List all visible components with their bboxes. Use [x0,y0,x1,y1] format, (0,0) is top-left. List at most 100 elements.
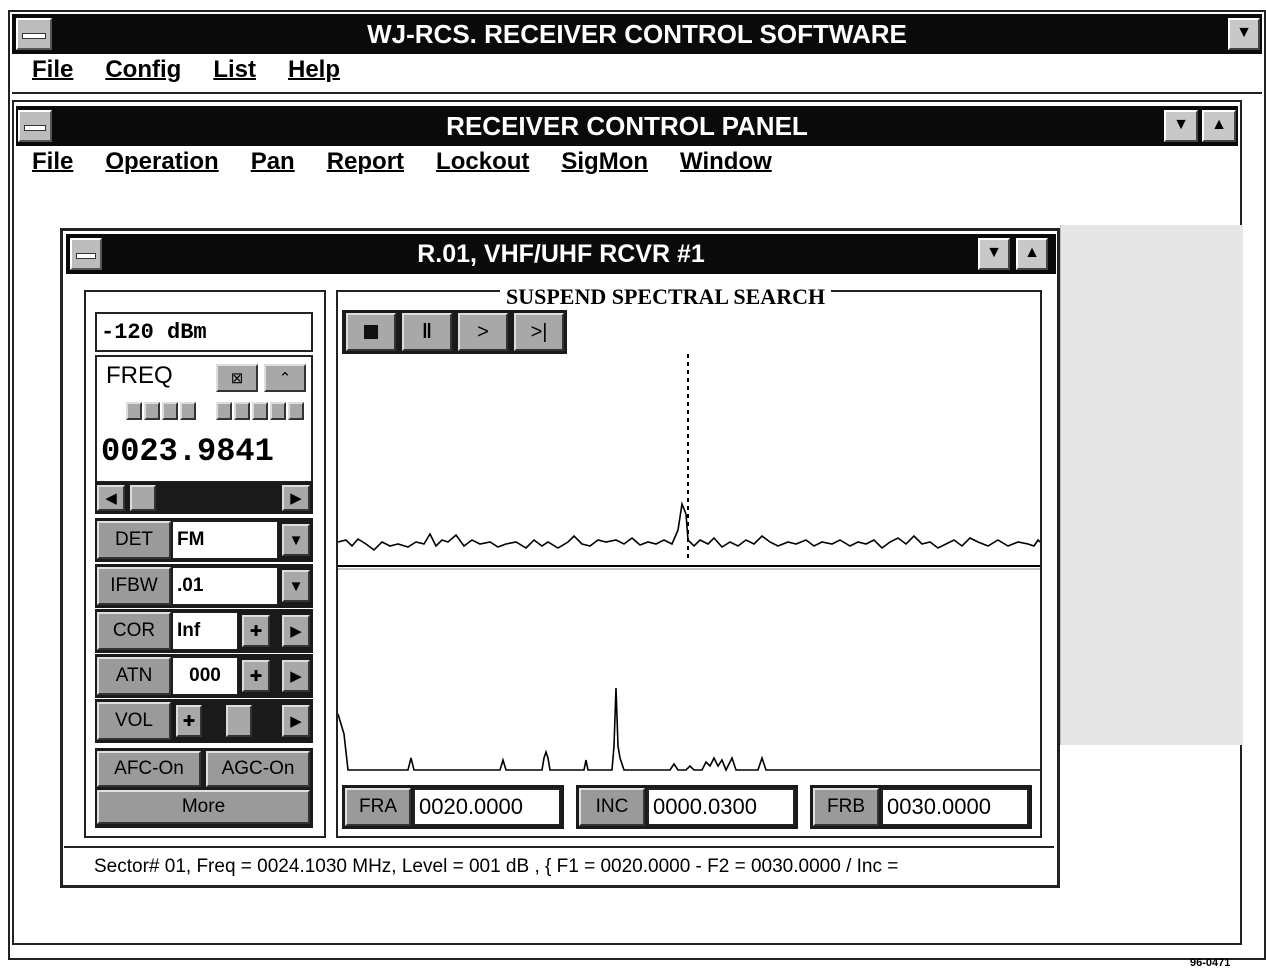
tune-slider-thumb[interactable] [130,485,156,511]
panel-menu-file[interactable]: File [32,148,73,176]
agc-button[interactable]: AGC-On [206,751,310,787]
step-forward-icon: >| [530,320,548,343]
app-menu-file[interactable]: File [32,56,73,84]
tune-right-button[interactable]: ▶ [282,485,310,511]
spectrum-display[interactable] [338,354,1040,784]
panel-titlebar: RECEIVER CONTROL PANEL [16,106,1238,146]
arrow-left-icon: ◀ [105,490,117,507]
panel-minimize-button[interactable]: ▼ [1164,110,1198,142]
app-menubar-divider [12,92,1262,94]
plus-icon: ✚ [249,668,263,685]
cor-value[interactable]: Inf [172,612,238,650]
status-text: Sector# 01, Freq = 0024.1030 MHz, Level … [94,856,899,877]
panel-menu-pan[interactable]: Pan [251,148,295,176]
ifbw-button[interactable]: IFBW [97,567,171,605]
panel-menu-report[interactable]: Report [327,148,404,176]
cor-increment-button[interactable]: ✚ [242,615,270,647]
step-forward-button[interactable]: >| [514,313,564,351]
background-window-edge [1060,225,1243,745]
freq-up-button[interactable]: ⌃ [264,364,306,392]
receiver-maximize-button[interactable]: ▲ [1016,238,1048,270]
more-button[interactable]: More [97,790,310,824]
arrow-right-icon: ▶ [290,490,302,507]
tuning-slider[interactable] [95,482,313,514]
play-icon: > [477,320,489,343]
app-menu-config[interactable]: Config [105,56,181,84]
arrow-right-icon: ▶ [290,623,302,640]
freq-label: FREQ [106,362,173,389]
digit-step-button[interactable] [126,402,142,420]
dropdown-arrow-icon: ▼ [288,577,304,595]
afc-button[interactable]: AFC-On [97,751,201,787]
digit-step-button[interactable] [252,402,268,420]
ifbw-value[interactable]: .01 [172,567,278,605]
panel-maximize-button[interactable]: ▲ [1202,110,1236,142]
vol-increment-button[interactable]: ✚ [176,705,202,737]
atn-value[interactable]: 000 [172,657,238,695]
app-title: WJ-RCS. RECEIVER CONTROL SOFTWARE [367,19,907,49]
app-titlebar: WJ-RCS. RECEIVER CONTROL SOFTWARE [12,14,1262,54]
inc-value[interactable]: 0000.0300 [647,788,795,826]
play-button[interactable]: > [458,313,508,351]
status-bar: Sector# 01, Freq = 0024.1030 MHz, Level … [64,846,1054,884]
receiver-system-menu-button[interactable] [70,238,102,270]
freq-close-button[interactable]: ⊠ [216,364,258,392]
det-value[interactable]: FM [172,521,278,559]
digit-step-button[interactable] [270,402,286,420]
panel-menu-lockout[interactable]: Lockout [436,148,529,176]
atn-button[interactable]: ATN [97,657,171,695]
digit-step-button[interactable] [144,402,160,420]
ifbw-dropdown-button[interactable]: ▼ [282,570,310,602]
det-button[interactable]: DET [97,521,171,559]
panel-menubar: File Operation Pan Report Lockout SigMon… [32,148,804,176]
digit-step-button[interactable] [234,402,250,420]
vol-button[interactable]: VOL [97,702,171,740]
arrow-right-icon: ▶ [290,668,302,685]
fra-button[interactable]: FRA [345,788,411,826]
app-menu-help[interactable]: Help [288,56,340,84]
app-system-menu-button[interactable] [16,18,52,50]
vol-right-button[interactable]: ▶ [282,705,310,737]
upper-spectrum-trace [338,500,1040,552]
level-readout: -120 dBm [95,312,313,352]
app-menubar: File Config List Help [32,56,372,84]
digit-step-button[interactable] [216,402,232,420]
panel-menu-operation[interactable]: Operation [105,148,218,176]
pause-button[interactable]: ‖ [402,313,452,351]
dropdown-arrow-icon: ▼ [288,531,304,549]
arrow-right-icon: ▶ [290,713,302,730]
frb-button[interactable]: FRB [813,788,879,826]
figure-id: 96-0471 [1190,957,1231,969]
digit-step-button[interactable] [180,402,196,420]
atn-right-button[interactable]: ▶ [282,660,310,692]
panel-system-menu-button[interactable] [18,110,52,142]
receiver-title: R.01, VHF/UHF RCVR #1 [417,240,705,268]
spectral-title: SUSPEND SPECTRAL SEARCH [500,284,832,310]
fra-value[interactable]: 0020.0000 [413,788,561,826]
cor-button[interactable]: COR [97,612,171,650]
inc-button[interactable]: INC [579,788,645,826]
panel-menu-window[interactable]: Window [680,148,772,176]
app-minimize-button[interactable]: ▼ [1228,18,1260,50]
receiver-titlebar: R.01, VHF/UHF RCVR #1 [66,234,1056,274]
vol-slider-thumb[interactable] [226,705,252,737]
panel-title: RECEIVER CONTROL PANEL [446,111,808,141]
panel-menu-sigmon[interactable]: SigMon [561,148,648,176]
digit-step-button[interactable] [288,402,304,420]
cor-right-button[interactable]: ▶ [282,615,310,647]
digit-step-button[interactable] [162,402,178,420]
stop-icon [364,325,378,339]
frb-value[interactable]: 0030.0000 [881,788,1029,826]
det-dropdown-button[interactable]: ▼ [282,524,310,556]
stop-button[interactable] [346,313,396,351]
app-menu-list[interactable]: List [213,56,256,84]
close-box-icon: ⊠ [230,370,244,387]
atn-increment-button[interactable]: ✚ [242,660,270,692]
freq-value-display[interactable]: 0023.9841 [97,423,311,479]
plus-icon: ✚ [249,623,263,640]
plus-icon: ✚ [182,713,196,730]
receiver-minimize-button[interactable]: ▼ [978,238,1010,270]
pause-icon: ‖ [422,320,432,343]
tune-left-button[interactable]: ◀ [97,485,125,511]
lower-spectrum-trace [338,687,1040,772]
